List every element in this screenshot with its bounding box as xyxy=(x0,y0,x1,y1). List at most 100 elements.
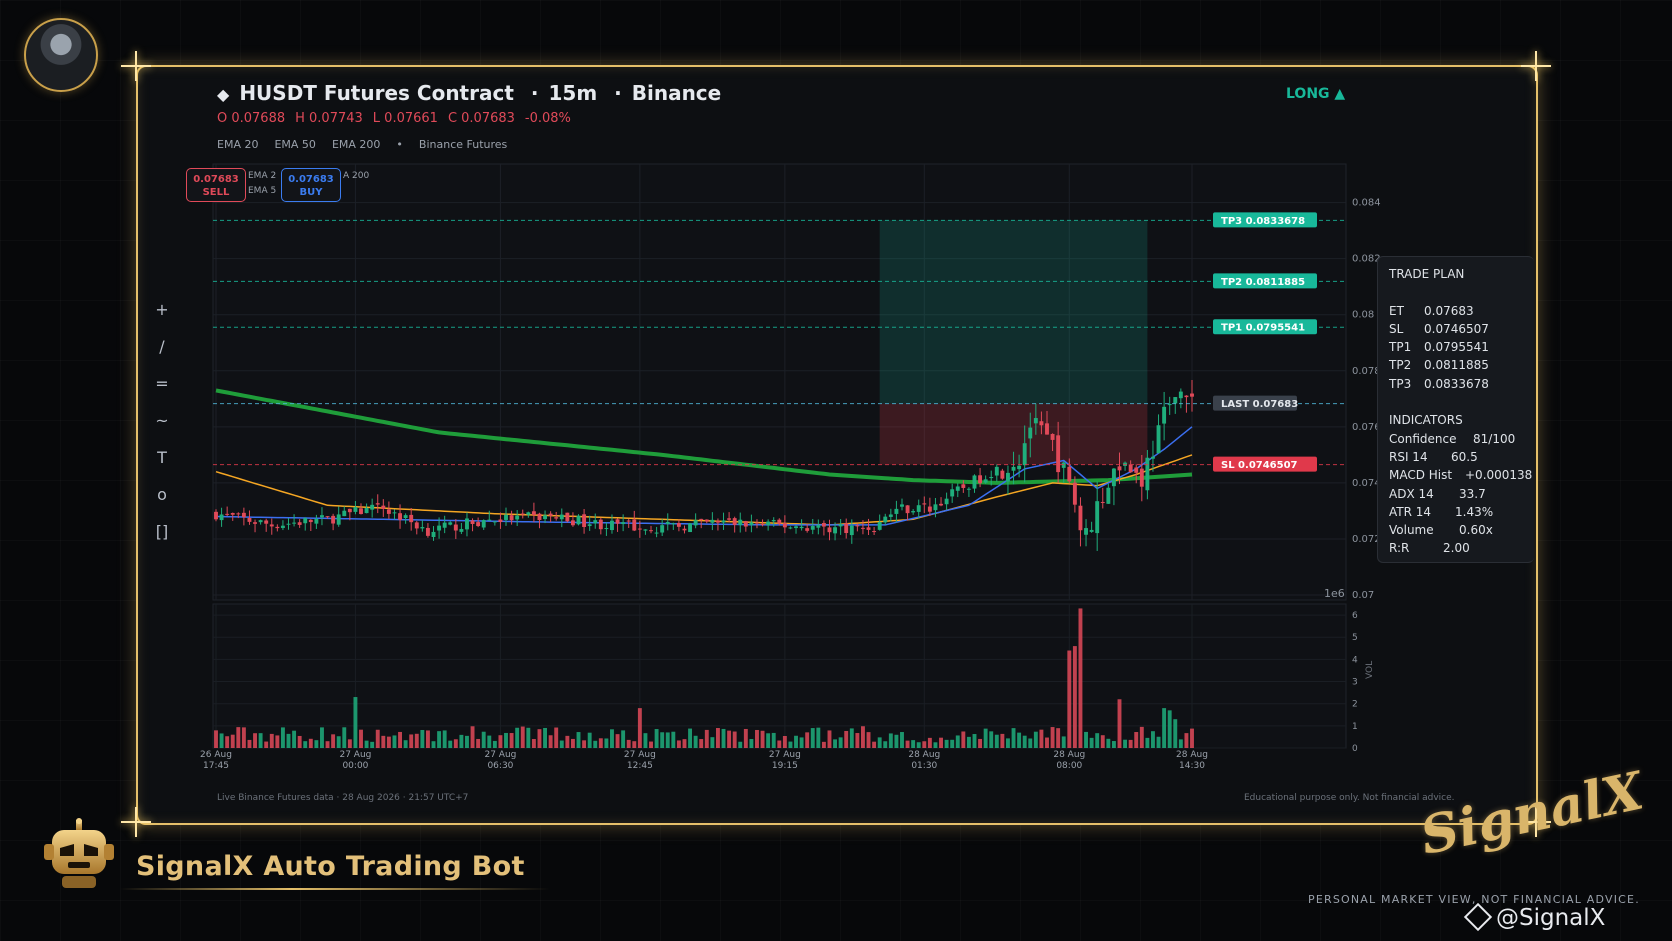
time-tick-label: 08:00 xyxy=(1056,761,1082,771)
volume-bar xyxy=(1173,719,1178,748)
volume-bar xyxy=(554,727,559,748)
candle-body xyxy=(933,504,938,511)
candle-body xyxy=(682,528,687,531)
candle-body xyxy=(1022,443,1027,466)
candle-body xyxy=(621,522,626,525)
volume-bar xyxy=(275,735,280,748)
indicator-atr: ATR 14 1.43% xyxy=(1389,505,1534,523)
bot-title: SignalX Auto Trading Bot xyxy=(136,851,525,882)
volume-bar xyxy=(1061,736,1066,748)
price-tick-label: 0.084 xyxy=(1352,198,1381,209)
volume-bar xyxy=(710,737,715,748)
volume-bar xyxy=(364,740,369,748)
volume-bar xyxy=(660,732,665,748)
volume-bar xyxy=(230,734,235,748)
candle-body xyxy=(1139,468,1144,487)
sl-level-label: SL 0.0746507 xyxy=(1221,460,1298,471)
candle-body xyxy=(442,522,447,528)
volume-bar xyxy=(604,738,609,748)
volume-bar xyxy=(353,697,358,748)
time-tick-label: 27 Aug xyxy=(484,750,516,760)
robot-icon xyxy=(44,818,114,888)
volume-bar xyxy=(665,732,670,748)
candle-body xyxy=(905,505,910,514)
trade-key: SL xyxy=(1389,321,1404,336)
volume-bar xyxy=(1111,741,1116,748)
candle-body xyxy=(548,513,553,516)
volume-bar xyxy=(375,729,380,748)
volume-bar xyxy=(1028,738,1033,748)
candle-body xyxy=(1134,467,1139,473)
candle-body xyxy=(710,519,715,523)
candle-body xyxy=(414,522,419,529)
indicator-rr: R:R 2.00 xyxy=(1389,541,1534,559)
candle-body xyxy=(626,520,631,522)
volume-bar xyxy=(1050,727,1055,748)
candle-body xyxy=(643,529,648,531)
price-pane xyxy=(212,163,1347,601)
price-tick-label: 0.08 xyxy=(1352,310,1374,321)
candle-body xyxy=(715,520,720,523)
volume-bar xyxy=(799,737,804,748)
candle-body xyxy=(258,520,263,523)
volume-bar xyxy=(241,727,246,748)
volume-bar xyxy=(1106,738,1111,748)
volume-bar xyxy=(715,728,720,748)
candle-body xyxy=(855,525,860,527)
volume-bar xyxy=(598,738,603,748)
candle-body xyxy=(1078,505,1083,531)
volume-bar xyxy=(1178,739,1183,748)
candle-body xyxy=(593,520,598,524)
volume-bar xyxy=(676,740,681,748)
trade-key: TP2 xyxy=(1389,358,1412,373)
candle-body xyxy=(425,527,430,536)
candle-body xyxy=(1011,466,1016,471)
candle-body xyxy=(1111,468,1116,487)
candle-body xyxy=(727,518,732,520)
time-tick-label: 28 Aug xyxy=(908,750,940,760)
candle-body xyxy=(1072,482,1077,505)
volume-bar xyxy=(833,739,838,748)
volume-bar xyxy=(570,738,575,748)
volume-tick-label: 1 xyxy=(1352,722,1358,732)
volume-bar xyxy=(576,732,581,748)
volume-bar xyxy=(872,741,877,748)
time-tick-label: 28 Aug xyxy=(1176,750,1208,760)
volume-bar xyxy=(292,730,297,748)
candle-body xyxy=(704,519,709,522)
candle-body xyxy=(431,531,436,538)
volume-bar xyxy=(470,726,475,748)
candle-body xyxy=(264,520,269,524)
volume-bar xyxy=(693,735,698,748)
candle-body xyxy=(788,527,793,529)
trade-key: TP1 xyxy=(1389,340,1412,355)
volume-bar xyxy=(247,739,252,748)
candle-body xyxy=(392,512,397,514)
volume-bar xyxy=(1134,732,1139,748)
buy-label: BUY xyxy=(299,187,323,198)
candle-body xyxy=(838,524,843,527)
candle-body xyxy=(916,505,921,512)
mini-legend-ema20: EMA 2 xyxy=(248,171,277,181)
candle-body xyxy=(632,519,637,531)
volume-bar xyxy=(939,737,943,748)
volume-bar xyxy=(827,730,832,748)
volume-bar xyxy=(1128,739,1133,748)
volume-bar xyxy=(944,739,949,748)
candle-body xyxy=(331,515,336,524)
buy-button[interactable]: 0.07683 BUY xyxy=(281,168,341,202)
candle-body xyxy=(225,513,230,515)
volume-bar xyxy=(1095,733,1100,748)
volume-bar xyxy=(1123,739,1128,748)
candle-body xyxy=(253,522,257,524)
candle-body xyxy=(1045,423,1049,435)
time-tick-label: 27 Aug xyxy=(624,750,656,760)
candle-body xyxy=(465,518,469,530)
sell-button[interactable]: 0.07683 SELL xyxy=(186,168,246,202)
volume-bar xyxy=(788,741,793,748)
volume-bar xyxy=(950,739,955,748)
candle-body xyxy=(453,524,458,531)
volume-bar xyxy=(794,735,798,748)
volume-bar xyxy=(320,727,324,748)
volume-bar xyxy=(1033,731,1038,748)
